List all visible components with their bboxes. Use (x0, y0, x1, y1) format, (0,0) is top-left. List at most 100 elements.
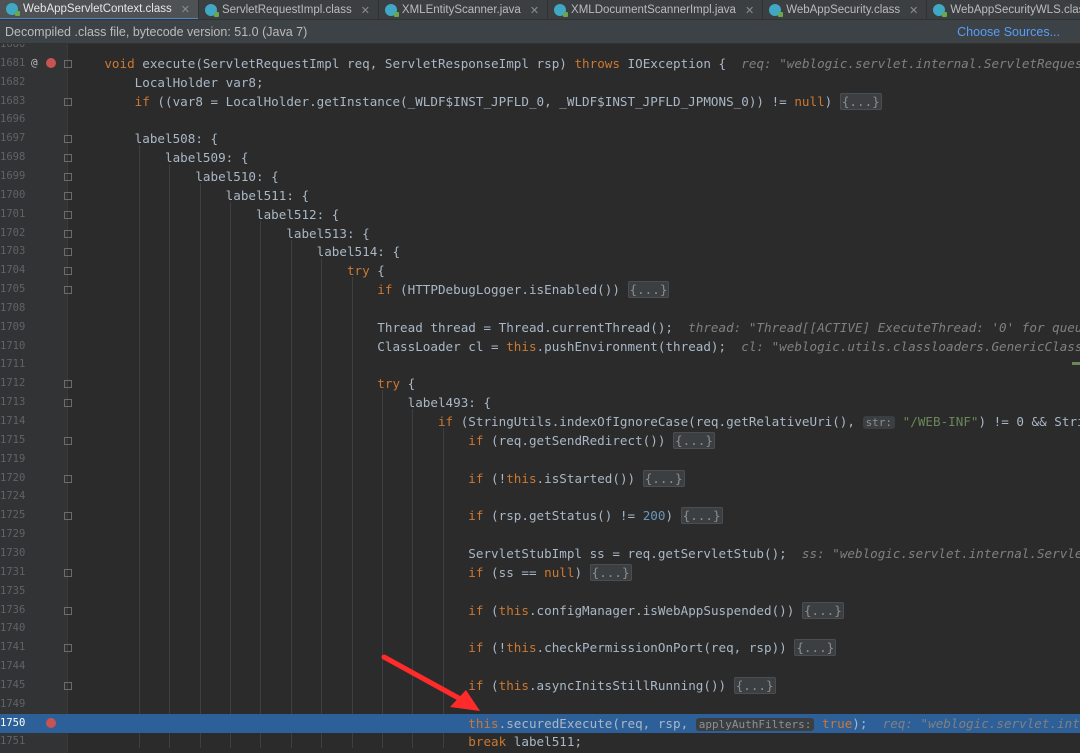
code-text: try { (74, 375, 415, 392)
fold-marker-icon[interactable] (64, 267, 72, 276)
line-number: 1715 (0, 433, 26, 446)
code-line[interactable]: 1714 if (StringUtils.indexOfIgnoreCase(r… (0, 412, 1080, 431)
fold-marker-icon[interactable] (64, 380, 72, 389)
code-line[interactable]: 1735 (0, 582, 1080, 601)
code-line[interactable]: 1725 if (rsp.getStatus() != 200) {...} (0, 506, 1080, 525)
code-line[interactable]: 1697 label508: { (0, 129, 1080, 148)
code-line[interactable]: 1696 (0, 110, 1080, 129)
close-tab-icon[interactable]: ✕ (909, 4, 918, 17)
code-segment: (! (483, 640, 507, 656)
code-line[interactable]: 1698 label509: { (0, 148, 1080, 167)
code-line[interactable]: 1731 if (ss == null) {...} (0, 563, 1080, 582)
code-line[interactable]: 1750 this.securedExecute(req, rsp, apply… (0, 713, 1080, 733)
tab-xmlentityscanner-java[interactable]: XMLEntityScanner.java ✕ (379, 0, 549, 19)
line-number: 1745 (0, 678, 26, 691)
close-tab-icon[interactable]: ✕ (361, 4, 370, 17)
fold-marker-icon[interactable] (64, 399, 72, 408)
fold-marker-icon[interactable] (64, 606, 72, 615)
code-line[interactable]: 1699 label510: { (0, 167, 1080, 186)
code-line[interactable]: 1712 try { (0, 374, 1080, 393)
code-line[interactable]: 1724 (0, 487, 1080, 506)
code-line[interactable]: 1703 label514: { (0, 242, 1080, 261)
code-segment: label513: { (286, 225, 370, 241)
code-line[interactable]: 1749 (0, 695, 1080, 714)
tab-label: XMLDocumentScannerImpl.java (571, 4, 736, 16)
code-line[interactable]: 1701 label512: { (0, 205, 1080, 224)
fold-marker-icon[interactable] (64, 229, 72, 238)
code-line[interactable]: 1730 ServletStubImpl ss = req.getServlet… (0, 544, 1080, 563)
breakpoint-icon[interactable] (46, 57, 56, 68)
tab-xmldocumentscannerimpl-java[interactable]: XMLDocumentScannerImpl.java ✕ (548, 0, 764, 19)
code-line[interactable]: 1683 if ((var8 = LocalHolder.getInstance… (0, 92, 1080, 111)
code-line[interactable]: 1740 (0, 619, 1080, 638)
code-segment: ( (483, 602, 499, 618)
code-line[interactable]: 1736 if (this.configManager.isWebAppSusp… (0, 601, 1080, 620)
code-line[interactable]: 1711 (0, 355, 1080, 374)
code-line[interactable]: 1745 if (this.asyncInitsStillRunning()) … (0, 676, 1080, 695)
fold-marker-icon[interactable] (64, 154, 72, 163)
code-line[interactable]: 1719 (0, 450, 1080, 469)
code-editor[interactable]: 1680 1681 void execute(ServletRequestImpl… (0, 44, 1080, 753)
code-line[interactable]: 1713 label493: { (0, 393, 1080, 412)
fold-marker-icon[interactable] (64, 474, 72, 483)
close-tab-icon[interactable]: ✕ (745, 4, 754, 17)
code-line[interactable]: 1715 if (req.getSendRedirect()) {...} (0, 431, 1080, 450)
fold-marker-icon[interactable] (64, 286, 72, 295)
fold-marker-icon[interactable] (64, 191, 72, 200)
tab-webappsecurity-class[interactable]: WebAppSecurity.class ✕ (763, 0, 928, 19)
keyword: this (506, 470, 537, 486)
code-segment: ); (852, 715, 883, 731)
code-line[interactable]: 1705 if (HTTPDebugLogger.isEnabled()) {.… (0, 280, 1080, 299)
fold-marker-icon[interactable] (64, 97, 72, 106)
tab-webappservletcontext-class[interactable]: WebAppServletContext.class ✕ (0, 0, 199, 19)
line-number: 1735 (0, 584, 26, 597)
fold-marker-icon[interactable] (64, 512, 72, 521)
keyword: true (821, 715, 853, 731)
fold-marker-icon[interactable] (64, 59, 72, 68)
code-segment: label511; (506, 734, 583, 750)
fold-marker-icon[interactable] (64, 135, 72, 144)
code-line[interactable]: 1720 if (!this.isStarted()) {...} (0, 469, 1080, 488)
tab-webappsecuritywls-class[interactable]: WebAppSecurityWLS.class✕ (927, 0, 1080, 19)
fold-marker-icon[interactable] (64, 172, 72, 181)
fold-marker-icon[interactable] (64, 681, 72, 690)
code-text: label508: { (74, 130, 218, 147)
fold-marker-icon[interactable] (64, 568, 72, 577)
close-tab-icon[interactable]: ✕ (181, 3, 190, 16)
code-line[interactable]: 1682 LocalHolder var8; (0, 73, 1080, 92)
tab-servletrequestimpl-class[interactable]: ServletRequestImpl.class ✕ (199, 0, 379, 19)
code-line[interactable]: 1744 (0, 657, 1080, 676)
code-line[interactable]: 1751 break label511; (0, 732, 1080, 751)
code-line[interactable]: 1704 try { (0, 261, 1080, 280)
keyword: if (377, 282, 393, 298)
folded-block: {...} (589, 563, 632, 581)
line-number: 1710 (0, 339, 26, 352)
keyword: throws (574, 55, 620, 71)
code-segment: Thread thread = Thread.currentThread(); (377, 319, 689, 335)
close-tab-icon[interactable]: ✕ (530, 4, 539, 17)
code-line[interactable]: 1741 if (!this.checkPermissionOnPort(req… (0, 638, 1080, 657)
code-line[interactable]: 1702 label513: { (0, 224, 1080, 243)
code-line[interactable]: 1729 (0, 525, 1080, 544)
fold-marker-icon[interactable] (64, 248, 72, 257)
fold-marker-icon[interactable] (64, 644, 72, 653)
code-line[interactable]: 1700 label511: { (0, 186, 1080, 205)
code-line[interactable]: 1708 (0, 299, 1080, 318)
code-line[interactable]: 1680 (0, 44, 1080, 54)
line-number: 1740 (0, 622, 26, 635)
keyword: this (468, 715, 499, 731)
choose-sources-link[interactable]: Choose Sources... (957, 25, 1060, 39)
breakpoint-icon[interactable] (46, 717, 56, 728)
code-line[interactable]: 1710 ClassLoader cl = this.pushEnvironme… (0, 337, 1080, 356)
keyword: if (468, 602, 484, 618)
fold-marker-icon[interactable] (64, 210, 72, 219)
line-number: 1713 (0, 396, 26, 409)
code-segment: label512: { (255, 206, 340, 222)
code-segment: (! (483, 470, 507, 486)
code-line[interactable]: 1709 Thread thread = Thread.currentThrea… (0, 318, 1080, 337)
fold-marker-icon[interactable] (64, 436, 72, 445)
code-line[interactable]: 1681 void execute(ServletRequestImpl req… (0, 54, 1080, 73)
